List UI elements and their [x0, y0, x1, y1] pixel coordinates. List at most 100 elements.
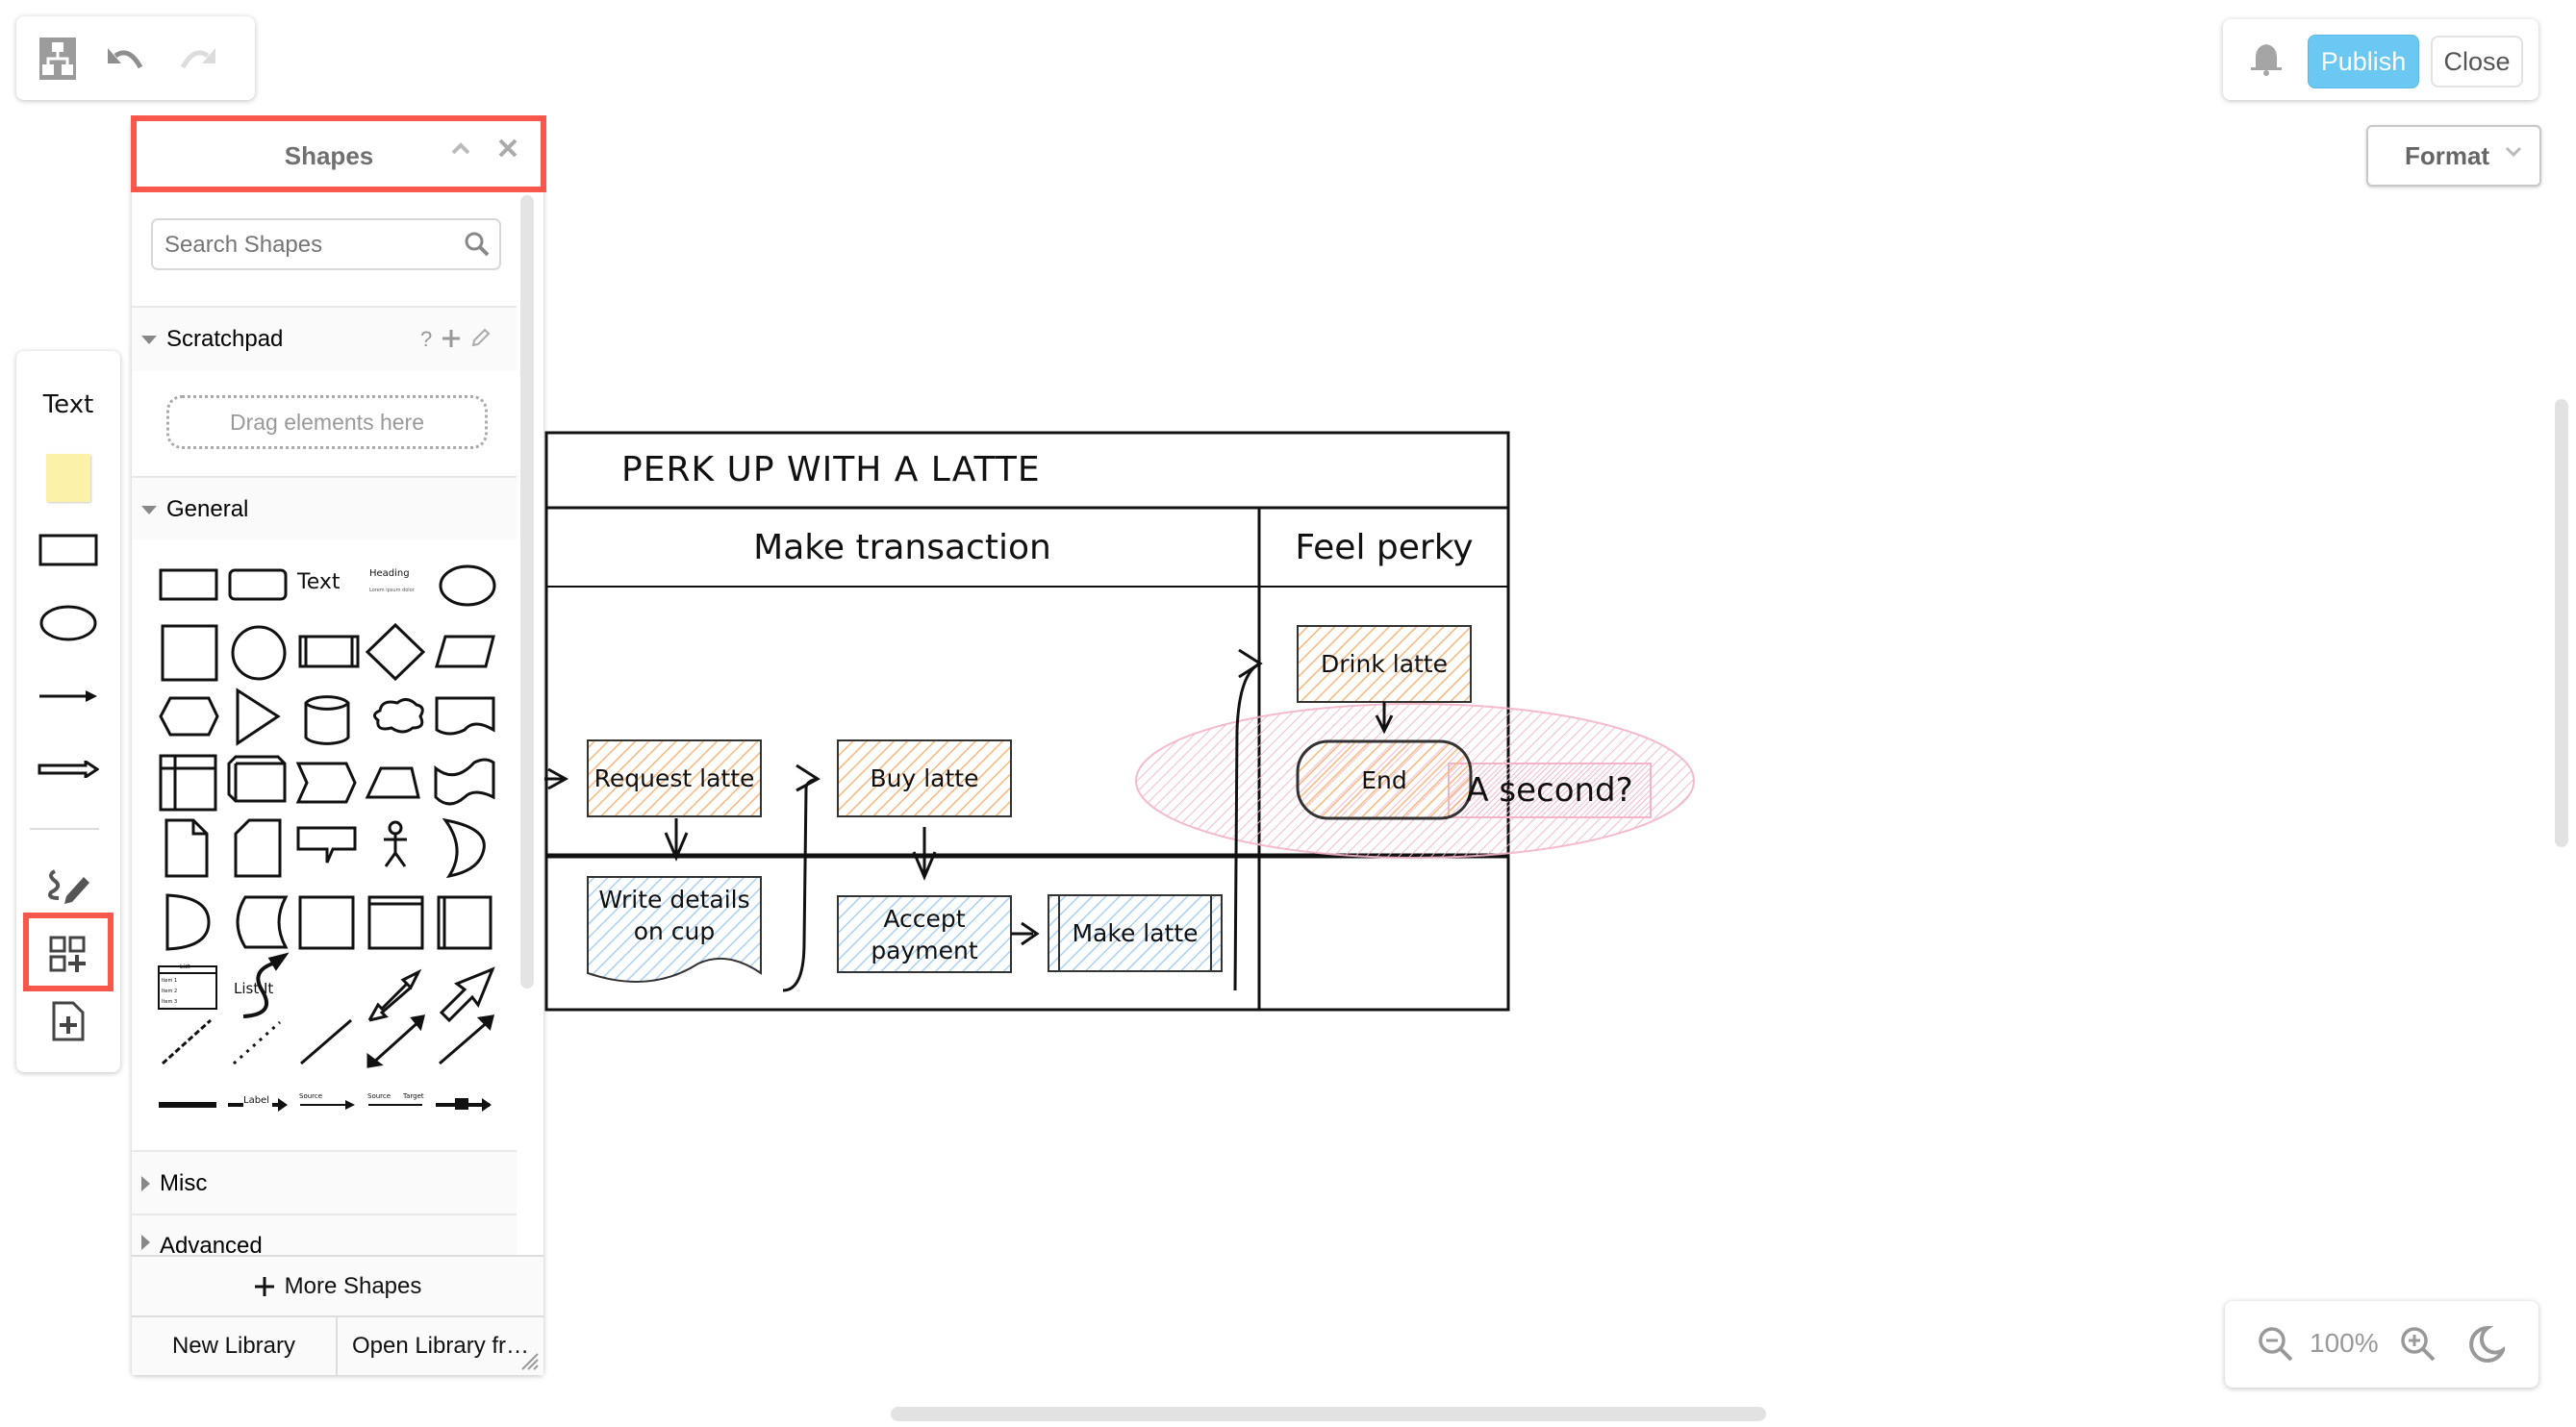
- misc-section-header[interactable]: Misc: [132, 1150, 517, 1215]
- search-shapes-field[interactable]: [151, 218, 501, 270]
- sticky-note-tool[interactable]: [30, 449, 107, 507]
- edge-source-text: Source: [299, 1092, 323, 1100]
- edge-shapes-svg: [159, 1098, 492, 1112]
- hexagon-shape: [159, 696, 219, 737]
- edge-target-text: Target: [403, 1092, 424, 1100]
- ellipse-tool[interactable]: [30, 597, 107, 649]
- card-shape: [234, 818, 282, 878]
- edge-source-text: Source: [367, 1092, 391, 1100]
- format-label: Format: [2404, 140, 2490, 170]
- triangle-shape: [236, 688, 281, 746]
- misc-label: Misc: [160, 1170, 208, 1196]
- notifications-button[interactable]: [2242, 37, 2290, 83]
- horizontal-scrollbar[interactable]: [891, 1407, 1766, 1421]
- arrow-tool[interactable]: [30, 672, 107, 720]
- list-item-shape[interactable]: List It: [234, 980, 273, 997]
- search-icon[interactable]: [465, 232, 490, 257]
- rectangle-tool[interactable]: [30, 524, 107, 576]
- zoom-out-icon: [2259, 1327, 2293, 1362]
- insert-page-icon: [52, 1001, 85, 1041]
- scratchpad-help[interactable]: ?: [420, 327, 432, 352]
- scratchpad-section-header[interactable]: Scratchpad ?: [132, 306, 517, 371]
- container-shape: [298, 895, 355, 950]
- vertical-scrollbar[interactable]: [2555, 399, 2568, 847]
- pool-title[interactable]: PERK UP WITH A LATTE: [621, 450, 1041, 489]
- text-tool[interactable]: Text: [30, 384, 107, 426]
- zoom-in-button[interactable]: [2396, 1322, 2440, 1366]
- general-shapes-svg: [158, 564, 496, 1068]
- edit-pencil-icon[interactable]: [470, 327, 492, 348]
- heading-shape[interactable]: Heading: [369, 568, 410, 579]
- open-library-button[interactable]: Open Library fr…: [338, 1315, 543, 1375]
- highlight-shapes-tool: [23, 913, 114, 991]
- write-details-label[interactable]: Write details on cup: [597, 877, 751, 954]
- close-button[interactable]: Close: [2431, 36, 2523, 88]
- undo-icon: [108, 48, 143, 69]
- or-shape: [442, 817, 486, 879]
- resize-handle-icon[interactable]: [518, 1350, 540, 1371]
- rounded-rectangle-shape: [228, 568, 288, 601]
- request-latte-label[interactable]: Request latte: [588, 740, 761, 816]
- directional-arrow-shape: [439, 1018, 491, 1065]
- open-library-label: Open Library fr…: [351, 1333, 530, 1359]
- diagram-canvas[interactable]: PERK UP WITH A LATTE Make transaction Fe…: [544, 423, 1795, 1019]
- redo-icon: [180, 48, 215, 69]
- dotted-line-shape: [232, 1020, 282, 1065]
- trapezoid-shape: [365, 766, 420, 799]
- list-shape-title: List: [180, 964, 190, 970]
- lane-header-feel-perky[interactable]: Feel perky: [1260, 510, 1508, 585]
- expand-triangle-icon: [141, 505, 157, 514]
- note-shape: [164, 818, 209, 878]
- lane-header-make-transaction[interactable]: Make transaction: [546, 510, 1258, 585]
- redo-button[interactable]: [174, 39, 218, 78]
- ellipse-icon: [39, 605, 97, 641]
- more-shapes-button[interactable]: More Shapes: [132, 1255, 543, 1316]
- end-label[interactable]: End: [1298, 741, 1471, 818]
- block-arrow-icon: [38, 761, 99, 778]
- list-shape-item: Item 1: [162, 978, 178, 984]
- dark-mode-button[interactable]: [2463, 1320, 2510, 1368]
- general-section-header[interactable]: General: [132, 476, 517, 541]
- freehand-tool[interactable]: [30, 861, 107, 909]
- text-shape[interactable]: Text: [297, 570, 341, 594]
- heading-shape-sub: Lorem ipsum dolor: [369, 588, 415, 593]
- add-icon[interactable]: [442, 329, 461, 348]
- vertical-container-shape: [437, 895, 492, 950]
- scratchpad-hint: Drag elements here: [230, 409, 424, 435]
- accept-payment-label[interactable]: Accept payment: [867, 896, 982, 972]
- new-library-label: New Library: [171, 1333, 296, 1359]
- block-arrow-shape: [439, 966, 495, 1023]
- zoom-in-icon: [2401, 1327, 2436, 1362]
- more-shapes-label: More Shapes: [284, 1273, 422, 1299]
- format-button[interactable]: Format: [2366, 125, 2541, 187]
- shapes-panel-scrollbar[interactable]: [520, 195, 534, 989]
- diagram-app-button[interactable]: [38, 38, 78, 80]
- shapes-panel: Shapes Scratchpad ? Drag elements here G…: [132, 120, 543, 1375]
- scratchpad-dropzone[interactable]: Drag elements here: [166, 395, 488, 449]
- advanced-label: Advanced: [160, 1233, 263, 1256]
- buy-latte-label[interactable]: Buy latte: [838, 740, 1011, 816]
- zoom-out-button[interactable]: [2254, 1322, 2298, 1366]
- zoom-controls: 100%: [2225, 1301, 2538, 1388]
- undo-button[interactable]: [105, 39, 149, 78]
- new-library-button[interactable]: New Library: [132, 1315, 338, 1375]
- internal-storage-shape: [159, 754, 217, 812]
- zoom-level[interactable]: 100%: [2310, 1328, 2379, 1359]
- bidirectional-arrow-shape: [370, 1018, 422, 1065]
- make-latte-label[interactable]: Make latte: [1059, 895, 1211, 971]
- double-arrow-tool[interactable]: [30, 745, 107, 793]
- publish-button[interactable]: Publish: [2308, 35, 2419, 88]
- insert-page-tool[interactable]: [30, 995, 107, 1047]
- moon-icon: [2469, 1325, 2505, 1363]
- scratchpad-label: Scratchpad: [166, 326, 284, 352]
- search-shapes-input[interactable]: [163, 228, 455, 263]
- rectangle-shape: [159, 568, 218, 601]
- diamond-shape: [365, 622, 426, 682]
- cloud-shape: [373, 698, 424, 734]
- advanced-section-header[interactable]: Advanced: [132, 1214, 517, 1256]
- actor-shape: [384, 820, 407, 867]
- tools-divider: [30, 828, 99, 830]
- drink-latte-label[interactable]: Drink latte: [1298, 626, 1471, 702]
- a-second-label[interactable]: A second?: [1449, 764, 1651, 817]
- cube-shape: [227, 755, 287, 803]
